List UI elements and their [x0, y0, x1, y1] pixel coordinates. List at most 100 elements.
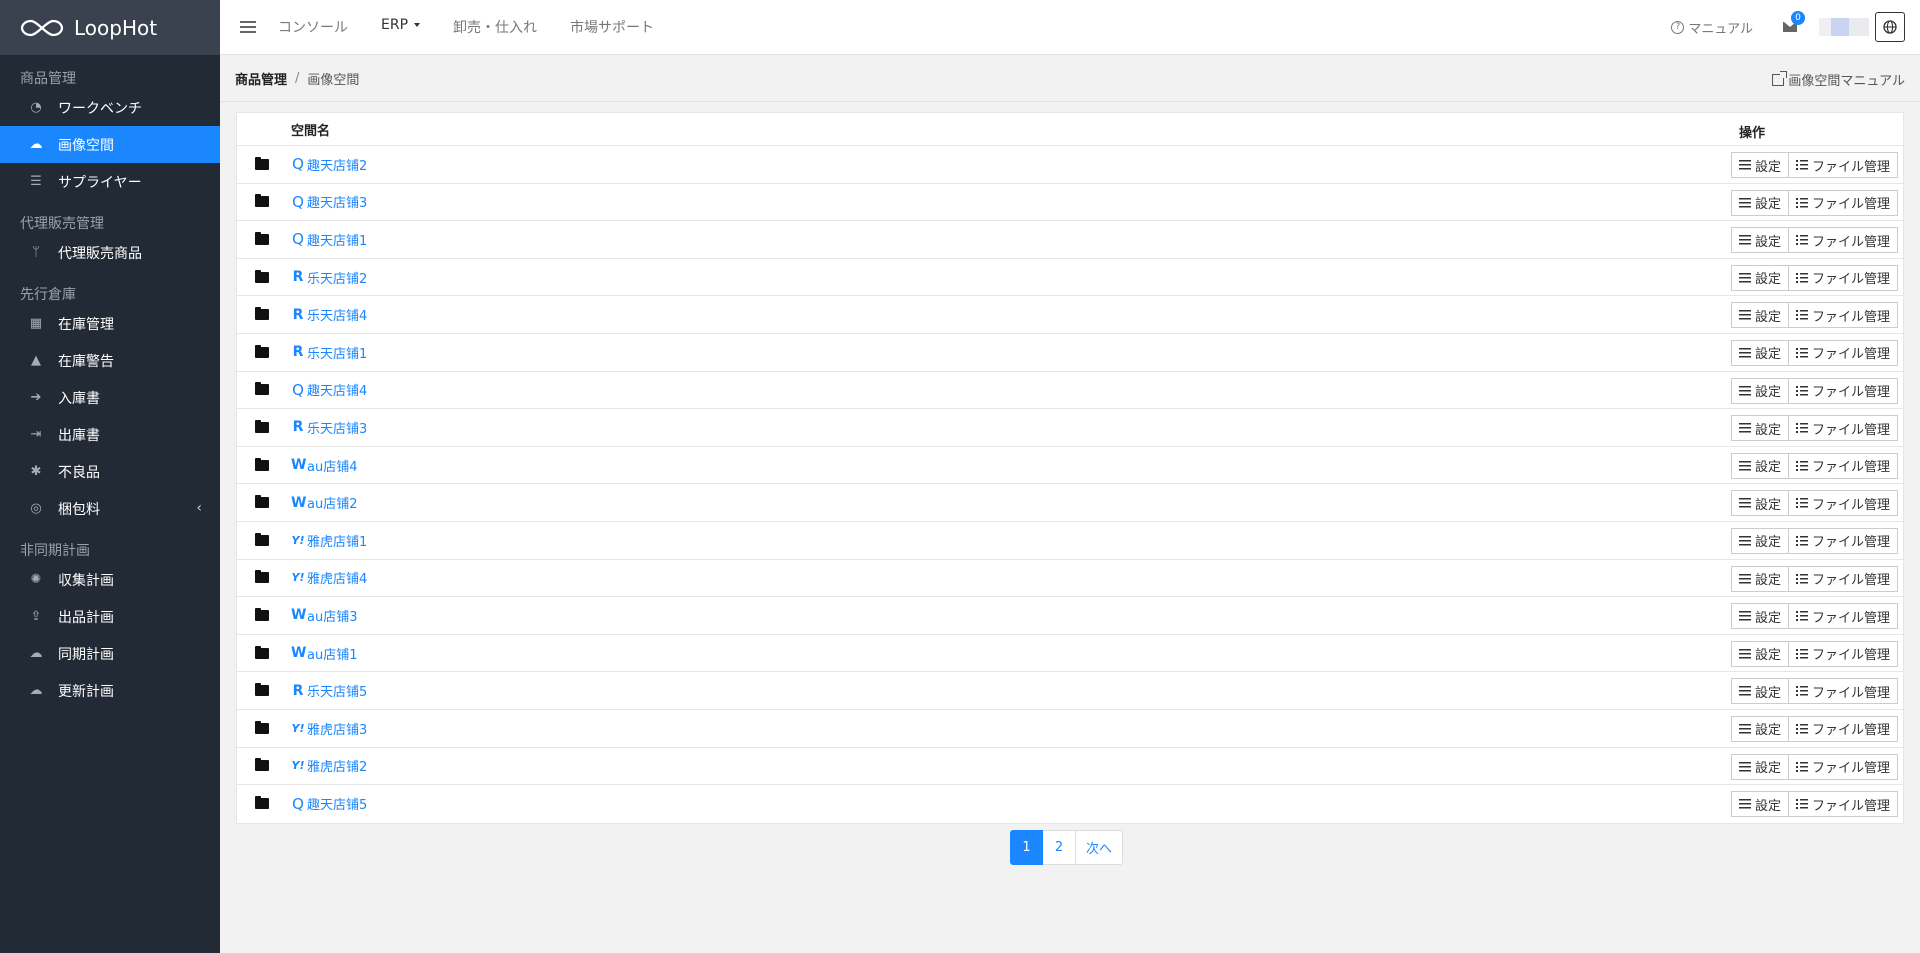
- image-space-manual-link[interactable]: 画像空間マニュアル: [1772, 70, 1905, 89]
- settings-button[interactable]: 設定: [1730, 452, 1789, 479]
- file-management-button[interactable]: ファイル管理: [1788, 715, 1898, 742]
- shop-platform-icon: R: [292, 344, 304, 361]
- file-management-label: ファイル管理: [1811, 159, 1890, 175]
- menu-toggle-icon[interactable]: [240, 21, 256, 33]
- sidebar-item[interactable]: ◎ 梱包料 ‹: [0, 490, 220, 527]
- space-name-link[interactable]: Q 趣天店铺3: [291, 192, 367, 212]
- settings-button[interactable]: 設定: [1730, 791, 1789, 818]
- logo[interactable]: LoopHot: [0, 0, 220, 55]
- space-name-link[interactable]: Wau店铺2: [291, 493, 357, 513]
- settings-button[interactable]: 設定: [1730, 753, 1789, 780]
- settings-label: 設定: [1754, 347, 1781, 363]
- top-link-console[interactable]: コンソール: [278, 17, 348, 37]
- settings-button[interactable]: 設定: [1730, 565, 1789, 592]
- sidebar-item[interactable]: ☁ 更新計画: [0, 672, 220, 709]
- settings-button[interactable]: 設定: [1730, 715, 1789, 742]
- file-management-button[interactable]: ファイル管理: [1788, 227, 1898, 254]
- sidebar-item[interactable]: ◔ ワークベンチ: [0, 89, 220, 126]
- sign-in-icon: ➔: [30, 390, 42, 405]
- file-management-button[interactable]: ファイル管理: [1788, 565, 1898, 592]
- page-2-button[interactable]: 2: [1043, 830, 1076, 865]
- file-management-button[interactable]: ファイル管理: [1788, 527, 1898, 554]
- file-management-button[interactable]: ファイル管理: [1788, 753, 1898, 780]
- shop-platform-icon: W: [291, 457, 307, 474]
- space-name-link[interactable]: Wau店铺3: [291, 606, 357, 625]
- sidebar-item[interactable]: ☁ 画像空間: [0, 126, 220, 163]
- file-management-button[interactable]: ファイル管理: [1788, 377, 1898, 404]
- settings-button[interactable]: 設定: [1730, 264, 1789, 291]
- space-name-link[interactable]: Wau店铺4: [291, 456, 357, 475]
- folder-icon: [255, 607, 269, 621]
- next-page-button[interactable]: 次へ: [1076, 830, 1124, 865]
- space-name-link[interactable]: R 乐天店铺1: [291, 343, 368, 362]
- file-management-button[interactable]: ファイル管理: [1788, 678, 1898, 705]
- settings-button[interactable]: 設定: [1730, 152, 1789, 178]
- space-name-link[interactable]: Y! 雅虎店铺3: [291, 719, 368, 738]
- settings-button[interactable]: 設定: [1730, 640, 1789, 667]
- file-management-button[interactable]: ファイル管理: [1788, 490, 1898, 517]
- settings-label: 設定: [1754, 535, 1781, 551]
- file-management-button[interactable]: ファイル管理: [1788, 640, 1898, 667]
- file-management-button[interactable]: ファイル管理: [1788, 452, 1898, 479]
- top-link-erp-dropdown[interactable]: ERP: [381, 17, 420, 37]
- settings-button[interactable]: 設定: [1730, 302, 1789, 329]
- space-name-link[interactable]: Y! 雅虎店铺4: [291, 568, 368, 587]
- page-1-button[interactable]: 1: [1010, 830, 1043, 865]
- space-name-link[interactable]: Q 趣天店铺2: [291, 155, 367, 174]
- user-avatar[interactable]: [1819, 18, 1869, 36]
- file-management-button[interactable]: ファイル管理: [1788, 791, 1898, 818]
- language-button[interactable]: [1875, 12, 1905, 42]
- file-management-label: ファイル管理: [1811, 573, 1890, 589]
- row-actions: 設定 ファイル管理: [1730, 490, 1898, 517]
- sidebar-item[interactable]: ✱ 不良品: [0, 453, 220, 490]
- settings-button[interactable]: 設定: [1730, 189, 1789, 216]
- mail-count-badge: 0: [1791, 11, 1805, 25]
- top-link-wholesale[interactable]: 卸売・仕入れ: [453, 17, 537, 37]
- settings-button[interactable]: 設定: [1730, 415, 1789, 442]
- manual-link[interactable]: ? マニュアル: [1671, 18, 1753, 37]
- folder-icon: [255, 457, 269, 471]
- sidebar-item[interactable]: ➔ 入庫書: [0, 379, 220, 416]
- space-name-link[interactable]: Wau店铺1: [291, 644, 357, 663]
- space-name-link[interactable]: R 乐天店铺4: [291, 305, 368, 325]
- space-name-link[interactable]: Q 趣天店铺4: [291, 380, 367, 400]
- file-management-button[interactable]: ファイル管理: [1788, 339, 1898, 366]
- settings-button[interactable]: 設定: [1730, 490, 1789, 517]
- file-management-button[interactable]: ファイル管理: [1788, 189, 1898, 216]
- top-link-market-support[interactable]: 市場サポート: [570, 17, 654, 37]
- sidebar-item[interactable]: ⇪ 出品計画: [0, 598, 220, 635]
- folder-icon: [255, 194, 269, 208]
- sidebar-item-label: 梱包料: [58, 501, 100, 518]
- file-management-label: ファイル管理: [1811, 497, 1890, 513]
- settings-button[interactable]: 設定: [1730, 227, 1789, 254]
- image-space-table: 空間名 操作 Q 趣天店铺2 設定 ファイル管理 Q 趣天店铺3 設定 ファイル管理 Q 趣天店铺…: [236, 112, 1904, 824]
- sidebar-item[interactable]: ᛘ 代理販売商品: [0, 234, 220, 271]
- space-name-link[interactable]: Y! 雅虎店铺1: [291, 531, 368, 550]
- shop-platform-icon: Q: [292, 192, 304, 211]
- file-management-button[interactable]: ファイル管理: [1788, 152, 1898, 178]
- settings-button[interactable]: 設定: [1730, 527, 1789, 554]
- messages-button[interactable]: 0: [1783, 11, 1805, 32]
- sidebar-item[interactable]: ☰ サプライヤー: [0, 163, 220, 200]
- space-name-link[interactable]: R 乐天店铺5: [291, 681, 368, 701]
- space-name-link[interactable]: R 乐天店铺3: [291, 418, 368, 437]
- breadcrumb-root[interactable]: 商品管理: [235, 69, 287, 88]
- settings-button[interactable]: 設定: [1730, 603, 1789, 630]
- settings-button[interactable]: 設定: [1730, 377, 1789, 404]
- file-management-button[interactable]: ファイル管理: [1788, 603, 1898, 630]
- space-name-link[interactable]: R 乐天店铺2: [291, 268, 368, 287]
- settings-button[interactable]: 設定: [1730, 678, 1789, 705]
- settings-button[interactable]: 設定: [1730, 339, 1789, 366]
- sidebar-item[interactable]: ☁ 同期計画: [0, 635, 220, 672]
- file-management-button[interactable]: ファイル管理: [1788, 415, 1898, 442]
- file-management-button[interactable]: ファイル管理: [1788, 264, 1898, 291]
- sidebar-item[interactable]: ▲ 在庫警告: [0, 342, 220, 379]
- sidebar-item[interactable]: ✺ 収集計画: [0, 561, 220, 598]
- sidebar-item[interactable]: ▦ 在庫管理: [0, 305, 220, 342]
- file-management-button[interactable]: ファイル管理: [1788, 302, 1898, 329]
- space-name-link[interactable]: Y! 雅虎店铺2: [291, 756, 368, 775]
- space-name-link[interactable]: Q 趣天店铺1: [291, 230, 367, 249]
- sidebar-item[interactable]: ⇥ 出庫書: [0, 416, 220, 453]
- space-name-link[interactable]: Q 趣天店铺5: [291, 794, 367, 814]
- row-actions: 設定 ファイル管理: [1730, 565, 1898, 592]
